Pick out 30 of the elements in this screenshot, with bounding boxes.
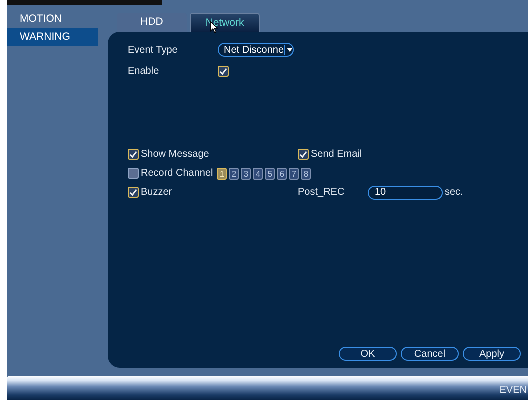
checkbox-label: Record Channel xyxy=(141,168,214,179)
checkbox[interactable] xyxy=(128,149,139,160)
field-label: Event Type xyxy=(128,44,179,56)
field-label: Post_REC xyxy=(298,187,346,198)
channel-button[interactable]: 6 xyxy=(277,168,288,180)
sidebar-item[interactable]: WARNING xyxy=(7,28,98,46)
post-rec-field[interactable]: 10 xyxy=(368,186,443,200)
action-button[interactable]: OK xyxy=(339,347,397,361)
caret-icon xyxy=(284,45,294,55)
bottom-bar-label: EVEN xyxy=(500,385,527,396)
field-label: Enable xyxy=(128,66,160,76)
channel-button[interactable]: 2 xyxy=(229,168,240,180)
channel-button[interactable]: 5 xyxy=(265,168,276,180)
sidebar-item[interactable]: MOTION xyxy=(7,10,98,28)
checkbox[interactable] xyxy=(218,66,229,76)
checkbox-label: Buzzer xyxy=(141,187,172,198)
checkbox[interactable] xyxy=(128,187,139,198)
channel-button[interactable]: 4 xyxy=(253,168,264,180)
checkbox[interactable] xyxy=(128,168,139,179)
channel-button[interactable]: 3 xyxy=(241,168,252,180)
channel-button[interactable]: 8 xyxy=(301,168,312,180)
action-button[interactable]: Cancel xyxy=(401,347,459,361)
checkbox-label: Show Message xyxy=(141,149,210,160)
event-type-dropdown[interactable]: Net Disconne xyxy=(218,43,294,57)
checkbox[interactable] xyxy=(298,149,309,160)
unit-label: sec. xyxy=(445,187,464,198)
channel-button[interactable]: 7 xyxy=(289,168,300,180)
tab[interactable]: Network xyxy=(190,13,260,32)
action-button[interactable]: Apply xyxy=(463,347,521,361)
checkbox-label: Send Email xyxy=(311,149,362,160)
